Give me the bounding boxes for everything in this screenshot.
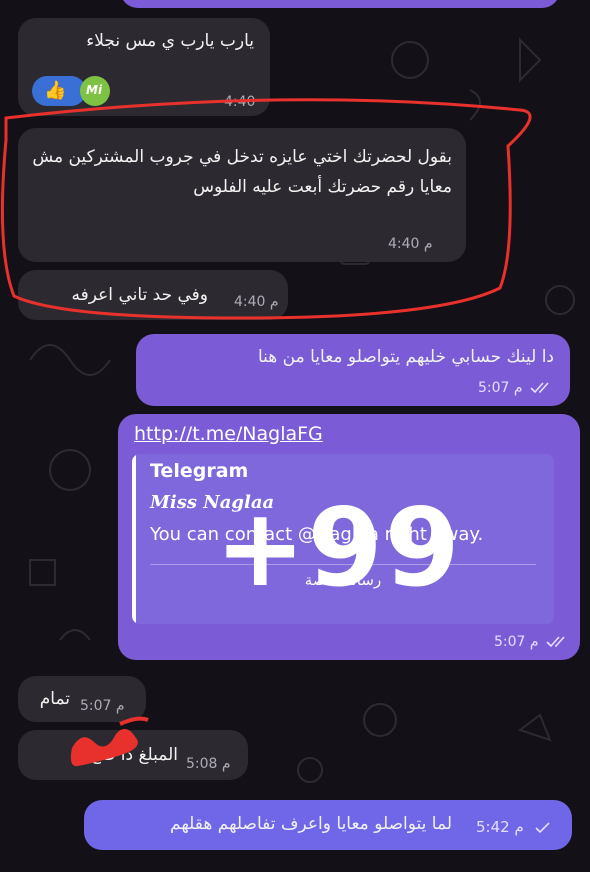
message-text: المبلغ دا صح (89, 745, 178, 765)
message-text: لما يتواصلو معايا واعرف تفاصلهم هقلهم (170, 814, 452, 834)
message-time: م 5:07 (494, 634, 570, 650)
message-bubble-outgoing[interactable]: دا لينك حسابي خليهم يتواصلو معايا من هنا… (136, 334, 570, 406)
message-bubble-incoming[interactable]: وفي حد تاني اعرفه م 4:40 (18, 270, 288, 320)
message-text: تمام (39, 689, 70, 709)
double-check-icon (546, 636, 565, 648)
message-text: يارب يارب ي مس نجلاء (86, 31, 254, 51)
message-bubble-incoming[interactable]: يارب يارب ي مس نجلاء 👍 Mi 4:40 (18, 18, 270, 116)
message-time: 4:40 (224, 94, 256, 110)
thumbs-up-icon: 👍 (44, 80, 67, 101)
message-bubble-incoming[interactable]: تمام م 5:07 (18, 676, 146, 722)
double-check-icon (530, 382, 549, 394)
message-time: م 5:08 (186, 756, 231, 772)
preview-site-name: Telegram (150, 460, 249, 482)
telegram-link[interactable]: http://t.me/NaglaFG (134, 423, 323, 445)
overlay-counter-text: +99 (215, 486, 462, 611)
preview-accent-bar (132, 454, 136, 624)
message-time: م 5:07 (80, 698, 125, 714)
message-time: م 5:42 (476, 818, 556, 836)
message-time: م 5:07 (478, 380, 554, 396)
avatar-initials: Mi (86, 83, 103, 97)
message-bubble-incoming[interactable]: بقول لحضرتك اختي عايزه تدخل في جروب المش… (18, 128, 466, 262)
message-bubble-outgoing[interactable]: لما يتواصلو معايا واعرف تفاصلهم هقلهم م … (84, 800, 572, 850)
message-time: م 4:40 (388, 236, 433, 252)
message-bubble-cut (120, 0, 560, 8)
message-text: وفي حد تاني اعرفه (71, 285, 208, 305)
single-check-icon (534, 821, 550, 833)
message-time: م 4:40 (234, 294, 279, 310)
message-bubble-incoming[interactable]: المبلغ دا صح م 5:08 (18, 730, 248, 780)
reactor-avatar: Mi (80, 76, 110, 106)
message-text: بقول لحضرتك اختي عايزه تدخل في جروب المش… (32, 147, 452, 197)
message-text: دا لينك حسابي خليهم يتواصلو معايا من هنا (258, 347, 554, 367)
reaction-thumbs-up[interactable]: 👍 (32, 76, 86, 106)
